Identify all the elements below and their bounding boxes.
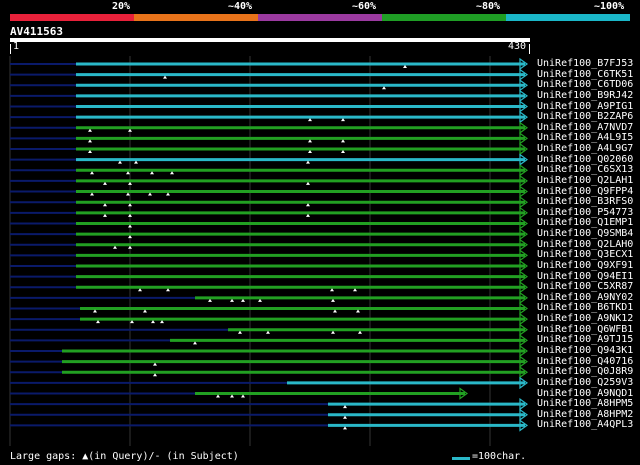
hit-label[interactable]: UniRef100_A9TJ15 [537,334,633,345]
hit-label[interactable]: UniRef100_Q2LAH0 [537,239,633,250]
hit-label[interactable]: UniRef100_C6SX13 [537,164,633,175]
hit-label[interactable]: UniRef100_Q6WFB1 [537,324,633,335]
hit-label[interactable]: UniRef100_Q2LAH1 [537,175,633,186]
hit-label[interactable]: UniRef100_A8HPM5 [537,398,633,409]
hit-label[interactable]: UniRef100_B2ZAP6 [537,111,633,122]
hit-label[interactable]: UniRef100_Q1EMP1 [537,217,633,228]
hit-label[interactable]: UniRef100_P54773 [537,207,633,218]
hit-label[interactable]: UniRef100_Q02060 [537,154,633,165]
hit-label[interactable]: UniRef100_Q943K1 [537,345,633,356]
hit-label[interactable]: UniRef100_B7FJ53 [537,58,633,69]
hit-label[interactable]: UniRef100_A8HPM2 [537,409,633,420]
hit-label[interactable]: UniRef100_C5XR87 [537,281,633,292]
hit-label[interactable]: UniRef100_Q3ECX1 [537,249,633,260]
hit-label[interactable]: UniRef100_Q259V3 [537,377,633,388]
hit-label[interactable]: UniRef100_Q9SMB4 [537,228,633,239]
large-gaps-legend: Large gaps: ▲(in Query)/- (in Subject) [10,451,239,462]
hit-label[interactable]: UniRef100_A4L9I5 [537,132,633,143]
hit-label[interactable]: UniRef100_C6TK51 [537,69,633,80]
hit-label[interactable]: UniRef100_A9NQD1 [537,388,633,399]
hit-label[interactable]: UniRef100_Q94EI1 [537,271,633,282]
hit-label[interactable]: UniRef100_A4QPL3 [537,419,633,430]
hit-label[interactable]: UniRef100_B6TKD1 [537,302,633,313]
hit-label[interactable]: UniRef100_Q0J8R9 [537,366,633,377]
hit-label[interactable]: UniRef100_A9PIG1 [537,101,633,112]
scale-label: =100char. [472,451,527,462]
hit-label[interactable]: UniRef100_A7NVD7 [537,122,633,133]
hit-label[interactable]: UniRef100_C6TD06 [537,79,633,90]
hit-label[interactable]: UniRef100_B9RJ42 [537,90,633,101]
hit-label[interactable]: UniRef100_B3RFS0 [537,196,633,207]
hit-label[interactable]: UniRef100_Q9XF91 [537,260,633,271]
hit-label[interactable]: UniRef100_A4L9G7 [537,143,633,154]
hit-label[interactable]: UniRef100_Q9FPP4 [537,186,633,197]
hit-label[interactable]: UniRef100_Q40716 [537,356,633,367]
scale-bar [452,457,470,460]
hit-label[interactable]: UniRef100_A9NY02 [537,292,633,303]
hit-label[interactable]: UniRef100_A9NK12 [537,313,633,324]
